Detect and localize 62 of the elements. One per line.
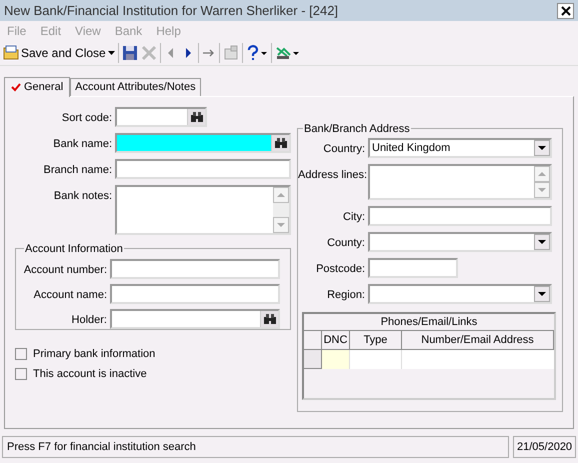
notes-field[interactable] xyxy=(115,185,291,235)
document-icon[interactable] xyxy=(222,44,239,60)
tab[interactable]: Account Attributes/Notes xyxy=(70,78,201,96)
dnc-cell[interactable] xyxy=(322,350,350,369)
search-button[interactable] xyxy=(260,311,278,327)
window-title: New Bank/Financial Institution for Warren Sherliker - [242] xyxy=(4,2,338,20)
search-button[interactable] xyxy=(187,109,205,125)
check-icon xyxy=(11,83,21,92)
checkbox-label[interactable]: Primary bank information xyxy=(33,346,156,362)
checkbox[interactable] xyxy=(15,348,27,360)
dropdown-button[interactable] xyxy=(534,140,550,156)
field-label: Address lines: xyxy=(298,168,368,183)
field-label: Sort code: xyxy=(60,111,113,126)
field-label: Account name: xyxy=(32,288,108,303)
column-header[interactable]: DNC xyxy=(322,331,350,349)
help-icon[interactable] xyxy=(246,44,268,60)
caret-icon xyxy=(538,146,546,150)
field-label: Postcode: xyxy=(315,262,366,277)
input-field[interactable] xyxy=(110,284,280,304)
field-label: Region: xyxy=(326,288,366,303)
search-button[interactable] xyxy=(271,135,289,151)
type-cell[interactable] xyxy=(350,350,402,369)
field-label: Holder: xyxy=(70,313,108,328)
field-label: City: xyxy=(342,210,366,225)
dropdown-field[interactable] xyxy=(368,232,552,252)
field-label: Country: xyxy=(322,142,366,157)
tab[interactable]: General xyxy=(4,77,70,97)
input-field[interactable] xyxy=(115,133,291,153)
field-label: Account number: xyxy=(22,263,108,278)
scroll-bar[interactable] xyxy=(534,166,550,198)
folder-icon xyxy=(3,45,19,60)
caret-icon xyxy=(538,240,546,244)
number-email-cell[interactable] xyxy=(402,350,554,369)
input-field[interactable] xyxy=(115,159,291,179)
caret-icon xyxy=(538,292,546,296)
status-message: Press F7 for financial institution search xyxy=(2,436,509,458)
close-button[interactable] xyxy=(557,2,574,18)
input-field[interactable] xyxy=(115,107,207,127)
input-field[interactable] xyxy=(110,259,280,279)
input-field[interactable] xyxy=(368,206,552,226)
tools-icon[interactable] xyxy=(274,44,299,60)
scroll-bar[interactable] xyxy=(273,187,289,233)
grid-title: Phones/Email/Links xyxy=(304,314,554,331)
status-date: 21/05/2020 xyxy=(513,436,576,458)
dropdown-field[interactable] xyxy=(368,284,552,304)
checkbox[interactable] xyxy=(15,368,27,380)
field-label: Bank notes: xyxy=(52,189,113,204)
dropdown-field[interactable]: United Kingdom xyxy=(368,138,552,158)
field-label: Branch name: xyxy=(42,163,113,178)
checkbox-label[interactable]: This account is inactive xyxy=(33,366,147,382)
field-label: Bank name: xyxy=(52,137,113,152)
column-header[interactable]: Number/Email Address xyxy=(402,331,554,349)
column-header[interactable]: Type xyxy=(350,331,402,349)
save-and-close-button[interactable]: Save and Close xyxy=(3,42,115,64)
dropdown-button[interactable] xyxy=(534,286,550,302)
close-icon xyxy=(560,6,570,16)
address-lines-field[interactable] xyxy=(368,164,552,200)
input-field[interactable] xyxy=(110,309,280,329)
caret-icon xyxy=(108,50,115,54)
dropdown-button[interactable] xyxy=(534,234,550,250)
input-field[interactable] xyxy=(368,258,458,278)
field-label: County: xyxy=(326,236,366,251)
